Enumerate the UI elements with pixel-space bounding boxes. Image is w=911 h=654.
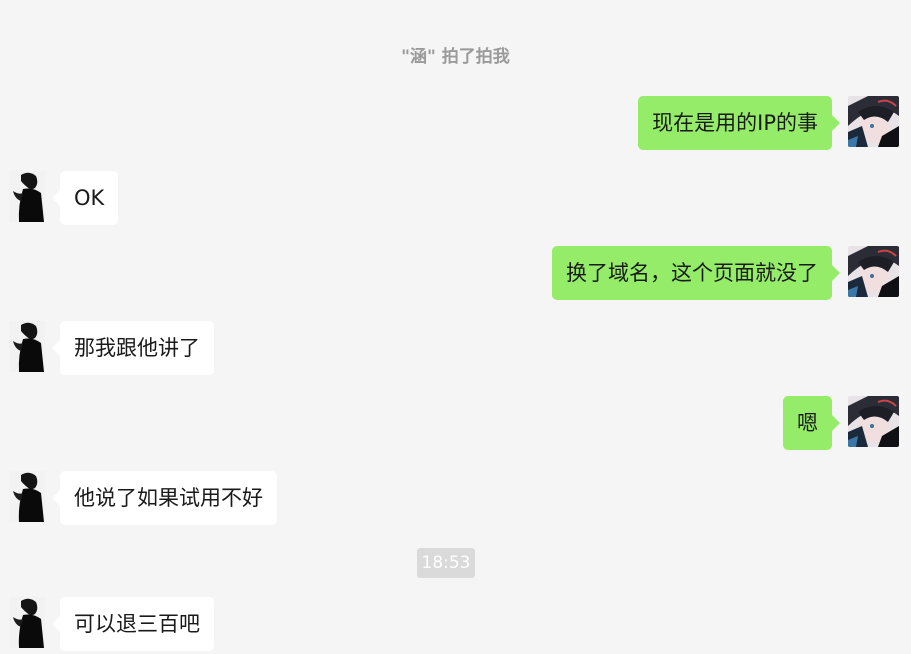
message-bubble[interactable]: 换了域名，这个页面就没了: [552, 246, 840, 300]
anime-avatar-icon[interactable]: [848, 246, 899, 297]
anime-avatar-icon[interactable]: [848, 96, 899, 147]
message-bubble[interactable]: 他说了如果试用不好: [52, 471, 277, 525]
message-bubble[interactable]: OK: [51, 171, 119, 225]
chat-window[interactable]: "涵" 拍了拍我 现在是用的IP的事 OK 换了域名，这个页面就没了 那我跟他讲…: [0, 0, 911, 654]
message-row: 那我跟他讲了: [9, 321, 309, 375]
message-bubble[interactable]: 嗯: [783, 396, 840, 450]
message-row: 嗯: [699, 396, 899, 450]
message-row: 现在是用的IP的事: [599, 96, 899, 150]
timestamp-divider: 18:53: [417, 548, 475, 578]
message-row: 他说了如果试用不好: [9, 471, 359, 525]
message-row: 换了域名，这个页面就没了: [499, 246, 899, 300]
message-bubble[interactable]: 那我跟他讲了: [52, 321, 214, 375]
anime-avatar-icon[interactable]: [848, 396, 899, 447]
system-notice: "涵" 拍了拍我: [401, 47, 510, 67]
message-row: 可以退三百吧: [9, 597, 309, 651]
message-bubble[interactable]: 可以退三百吧: [52, 597, 214, 651]
message-row: OK: [9, 171, 309, 225]
message-bubble[interactable]: 现在是用的IP的事: [638, 96, 840, 150]
